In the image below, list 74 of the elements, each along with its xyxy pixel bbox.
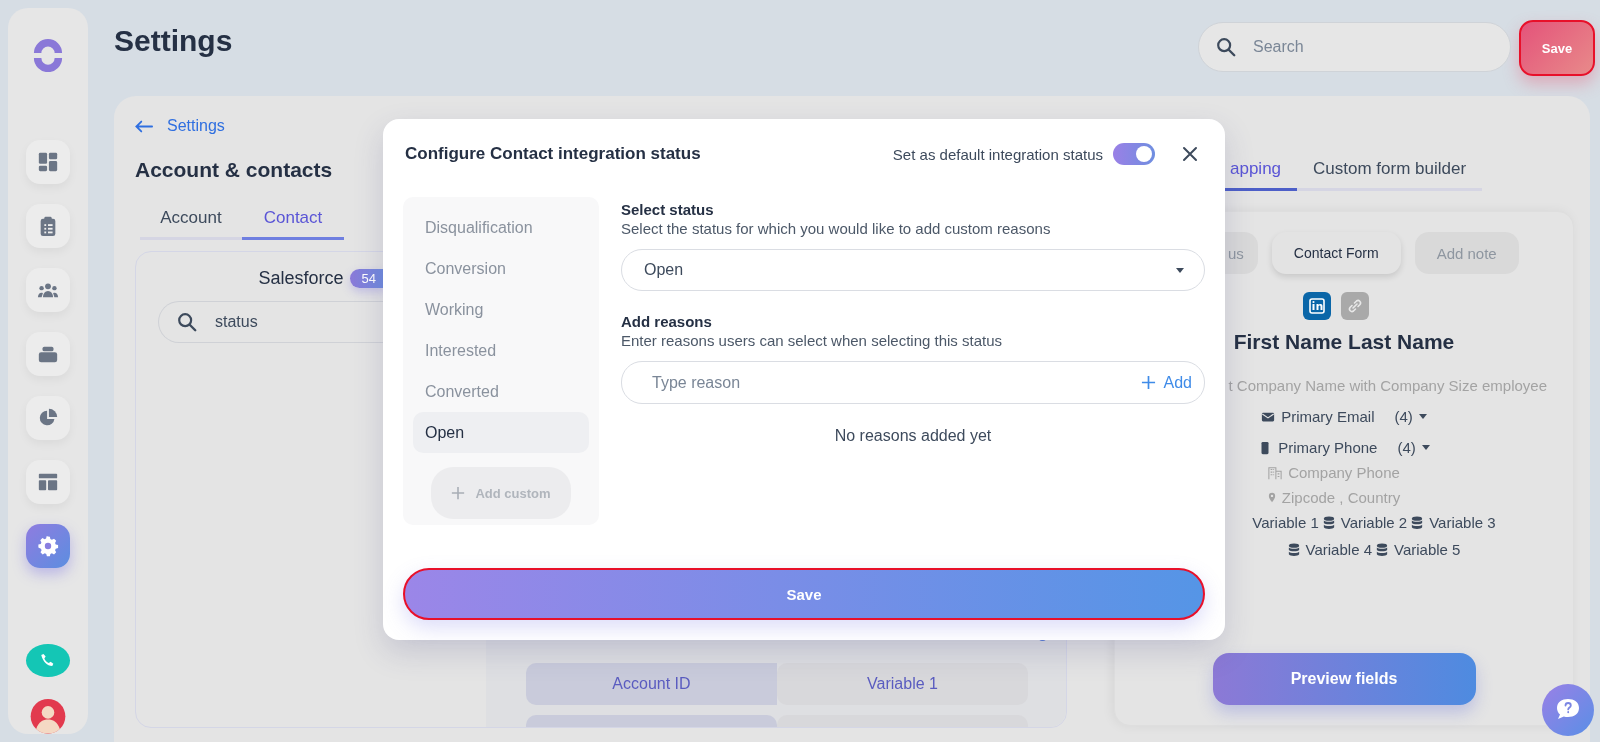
pill-button[interactable]: Add note <box>1414 232 1519 274</box>
nav-button[interactable] <box>26 204 70 249</box>
status-item[interactable]: Disqualification <box>413 207 589 248</box>
dialog-title: Configure Contact integration status <box>405 144 702 164</box>
nav-button[interactable] <box>26 460 70 505</box>
nav-button[interactable] <box>26 140 70 185</box>
caret-icon <box>1421 445 1430 450</box>
search-icon <box>176 311 198 333</box>
pill-button[interactable]: Contact Form <box>1271 232 1401 274</box>
company-phone: Company Phone <box>1288 464 1400 481</box>
field-label: Primary Phone <box>1278 439 1378 456</box>
location-text: Zipcode , Country <box>1281 489 1401 506</box>
toggle-label: Set as default integration status <box>892 145 1103 163</box>
status-item[interactable]: Conversion <box>413 248 589 289</box>
table-cell: Account ID <box>526 663 777 705</box>
database-icon <box>1376 542 1388 557</box>
building-icon <box>1268 465 1283 480</box>
field-hint: Enter reasons users can select when selecting this status <box>621 332 1004 349</box>
status-item[interactable]: Open <box>413 412 589 453</box>
plus-icon <box>1140 375 1156 390</box>
tab[interactable]: Contact <box>242 200 344 240</box>
add-button[interactable]: Add <box>1140 373 1192 392</box>
plus-icon <box>451 486 466 500</box>
status-dropdown[interactable]: Open <box>621 249 1205 291</box>
location-pin-icon <box>1267 492 1276 503</box>
field-count: (4) <box>1397 439 1416 456</box>
nav-button[interactable] <box>26 268 70 313</box>
field-label: Primary Email <box>1281 408 1375 425</box>
settings-icon <box>37 535 59 558</box>
database-icon <box>1322 515 1335 530</box>
dashboard-icon <box>37 151 59 174</box>
integration-name: Salesforce <box>258 268 344 289</box>
company-line: t Company Name with Company Size employee <box>1228 377 1547 394</box>
variable-label: Variable 4 <box>1305 541 1372 558</box>
field-title: Select status <box>621 201 715 218</box>
nav-button[interactable] <box>26 332 70 377</box>
field-title: Add reasons <box>621 313 713 330</box>
linkedin-icon <box>1303 292 1331 320</box>
caret-icon <box>1176 267 1184 273</box>
nav-button[interactable] <box>26 396 70 441</box>
status-item[interactable]: Interested <box>413 330 589 371</box>
pill-button[interactable]: us <box>1224 232 1258 274</box>
search-field[interactable]: status <box>158 301 386 343</box>
variable-label: Variable 5 <box>1394 541 1461 558</box>
variable-label: Variable 3 <box>1429 514 1496 531</box>
field-count: (4) <box>1394 408 1413 425</box>
reason-field[interactable]: Type reason Add <box>621 361 1205 404</box>
field-hint: Select the status for which you would like to add custom reasons <box>621 220 1052 237</box>
help-chat-icon <box>1542 684 1594 736</box>
back-arrow-icon <box>135 119 153 133</box>
database-icon <box>1287 542 1300 557</box>
variable-label: Variable 1 <box>1252 514 1319 531</box>
nav-button[interactable] <box>26 524 70 569</box>
section-title: Account & contacts <box>135 158 334 182</box>
default-toggle[interactable] <box>1113 143 1155 165</box>
search-icon <box>1215 36 1237 58</box>
close-icon <box>1182 146 1198 162</box>
empty-message: No reasons added yet <box>833 427 993 445</box>
table-cell: Variable 1 <box>777 663 1028 705</box>
back-link[interactable]: Settings <box>135 116 225 136</box>
tab[interactable]: Account <box>140 200 242 240</box>
caret-icon <box>1418 414 1427 419</box>
database-icon <box>1411 515 1424 530</box>
save-button[interactable]: Save <box>403 568 1205 620</box>
page-title: Settings <box>114 24 234 58</box>
preview-button[interactable]: Preview fields <box>1212 653 1476 705</box>
status-item[interactable]: Working <box>413 289 589 330</box>
save-button[interactable]: Save <box>1519 20 1595 76</box>
contact-name: First Name Last Name <box>1233 330 1455 354</box>
search-field[interactable]: Search <box>1198 22 1511 72</box>
tab[interactable]: Custom form builder <box>1297 152 1483 191</box>
variable-label: Variable 2 <box>1340 514 1408 531</box>
status-item[interactable]: Converted <box>413 371 589 412</box>
link-icon <box>1341 292 1369 320</box>
